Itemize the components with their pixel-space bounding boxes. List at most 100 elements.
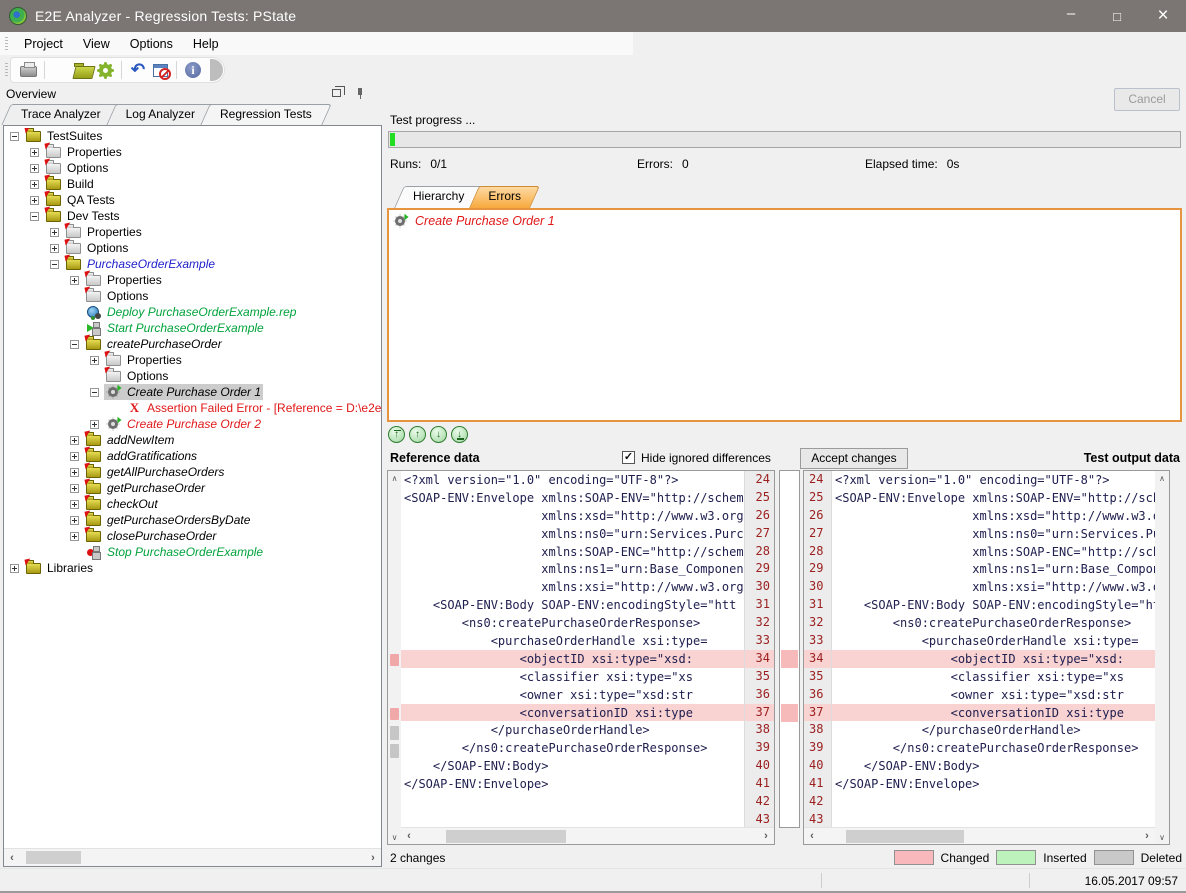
expand-icon[interactable] — [90, 356, 99, 365]
info-icon[interactable]: i — [182, 59, 204, 81]
tree-row[interactable]: Create Purchase Order 2 — [4, 416, 381, 432]
collapse-icon[interactable] — [70, 340, 79, 349]
expand-icon[interactable] — [30, 180, 39, 189]
tree-scroll-thumb[interactable] — [26, 851, 81, 864]
tab-trace-analyzer[interactable]: Trace Analyzer — [6, 104, 116, 125]
tree-row[interactable]: getAllPurchaseOrders — [4, 464, 381, 480]
tree-row[interactable]: PurchaseOrderExample — [4, 256, 381, 272]
tree-row[interactable]: Properties — [4, 144, 381, 160]
expand-icon[interactable] — [70, 436, 79, 445]
print-icon[interactable] — [17, 59, 39, 81]
last-change-button[interactable]: ↓ — [451, 426, 468, 443]
tree-row[interactable]: addGratifications — [4, 448, 381, 464]
scroll-down-icon[interactable]: ∨ — [388, 830, 401, 844]
maximize-button[interactable]: □ — [1094, 0, 1140, 32]
settings-gear-icon[interactable] — [94, 59, 116, 81]
expand-icon[interactable] — [70, 452, 79, 461]
expand-icon[interactable] — [70, 468, 79, 477]
scroll-left-icon[interactable]: ‹ — [4, 849, 20, 866]
tree-row[interactable]: Libraries — [4, 560, 381, 576]
report-disabled-icon[interactable] — [149, 59, 171, 81]
accept-changes-button[interactable]: Accept changes — [800, 448, 908, 469]
menu-view[interactable]: View — [73, 34, 120, 54]
hide-ignored-checkbox[interactable] — [622, 451, 635, 464]
expand-icon[interactable] — [70, 500, 79, 509]
error-list-item[interactable]: Create Purchase Order 1 — [389, 210, 1180, 232]
collapse-icon[interactable] — [50, 260, 59, 269]
cancel-button[interactable]: Cancel — [1114, 88, 1180, 111]
scroll-left-icon[interactable]: ‹ — [401, 828, 417, 844]
first-change-button[interactable]: ↑ — [388, 426, 405, 443]
tree-row[interactable]: closePurchaseOrder — [4, 528, 381, 544]
add-icon[interactable] — [50, 59, 72, 81]
tree-row[interactable]: getPurchaseOrder — [4, 480, 381, 496]
expand-icon[interactable] — [50, 244, 59, 253]
menu-help[interactable]: Help — [183, 34, 229, 54]
scroll-right-icon[interactable]: › — [758, 828, 774, 844]
reference-horizontal-scrollbar[interactable]: ‹ › — [401, 827, 774, 844]
tree-row[interactable]: Properties — [4, 272, 381, 288]
tree-row[interactable]: TestSuites — [4, 128, 381, 144]
tab-errors[interactable]: Errors — [474, 186, 535, 208]
scroll-left-icon[interactable]: ‹ — [804, 828, 820, 844]
pin-panel-icon[interactable] — [355, 88, 365, 99]
tree-row[interactable]: Start PurchaseOrderExample — [4, 320, 381, 336]
tree-row[interactable]: createPurchaseOrder — [4, 336, 381, 352]
undo-icon[interactable]: ↶ — [127, 59, 149, 81]
expand-icon[interactable] — [70, 484, 79, 493]
hide-ignored-label[interactable]: Hide ignored differences — [641, 451, 771, 465]
open-folder-icon[interactable] — [72, 59, 94, 81]
scroll-up-icon[interactable]: ∧ — [1155, 471, 1169, 485]
tree-row[interactable]: Stop PurchaseOrderExample — [4, 544, 381, 560]
tree-row[interactable]: Properties — [4, 352, 381, 368]
tree-row[interactable]: Properties — [4, 224, 381, 240]
output-horizontal-scrollbar[interactable]: ‹ › — [804, 827, 1155, 844]
scroll-up-icon[interactable]: ∧ — [388, 471, 401, 485]
scroll-down-icon[interactable]: ∨ — [1155, 830, 1169, 844]
tree-horizontal-scrollbar[interactable]: ‹ › — [4, 848, 381, 866]
tree-item-label: Dev Tests — [67, 209, 119, 223]
expand-icon[interactable] — [10, 564, 19, 573]
expand-icon[interactable] — [30, 148, 39, 157]
previous-change-button[interactable]: ↑ — [409, 426, 426, 443]
scroll-right-icon[interactable]: › — [365, 849, 381, 866]
collapse-icon[interactable] — [10, 132, 19, 141]
expand-icon[interactable] — [30, 164, 39, 173]
tree-row[interactable]: Create Purchase Order 1 — [4, 384, 381, 400]
minimize-button[interactable]: – — [1048, 0, 1094, 32]
tab-regression-tests[interactable]: Regression Tests — [205, 104, 327, 125]
float-panel-icon[interactable] — [332, 89, 341, 97]
expand-icon[interactable] — [50, 228, 59, 237]
reference-hscroll-thumb[interactable] — [446, 830, 566, 843]
tree-row[interactable]: Options — [4, 240, 381, 256]
expand-icon[interactable] — [70, 532, 79, 541]
tree-row[interactable]: checkOut — [4, 496, 381, 512]
expand-icon[interactable] — [70, 516, 79, 525]
tab-hierarchy[interactable]: Hierarchy — [399, 186, 478, 208]
tree-row[interactable]: Options — [4, 368, 381, 384]
expand-icon[interactable] — [90, 420, 99, 429]
collapse-icon[interactable] — [30, 212, 39, 221]
tree-row[interactable]: Build — [4, 176, 381, 192]
tree-row[interactable]: Deploy PurchaseOrderExample.rep — [4, 304, 381, 320]
output-vertical-scrollbar[interactable]: ∧ ∨ — [1155, 471, 1169, 844]
tree-row[interactable]: getPurchaseOrdersByDate — [4, 512, 381, 528]
expand-icon[interactable] — [70, 276, 79, 285]
reference-vertical-scrollbar[interactable]: ∧ ∨ — [388, 471, 401, 844]
collapse-icon[interactable] — [90, 388, 99, 397]
tree-row[interactable]: XAssertion Failed Error - [Reference = D… — [4, 400, 381, 416]
tree-row[interactable]: Dev Tests — [4, 208, 381, 224]
expand-icon[interactable] — [30, 196, 39, 205]
tree-row[interactable]: Options — [4, 288, 381, 304]
close-button[interactable]: × — [1140, 0, 1186, 32]
scroll-right-icon[interactable]: › — [1139, 828, 1155, 844]
tab-log-analyzer[interactable]: Log Analyzer — [111, 104, 210, 125]
code-text: <objectID xsi:type="xsd: — [832, 652, 1155, 666]
next-change-button[interactable]: ↓ — [430, 426, 447, 443]
menu-options[interactable]: Options — [120, 34, 183, 54]
tree-row[interactable]: QA Tests — [4, 192, 381, 208]
menu-project[interactable]: Project — [14, 34, 73, 54]
output-hscroll-thumb[interactable] — [846, 830, 964, 843]
tree-row[interactable]: Options — [4, 160, 381, 176]
tree-row[interactable]: addNewItem — [4, 432, 381, 448]
